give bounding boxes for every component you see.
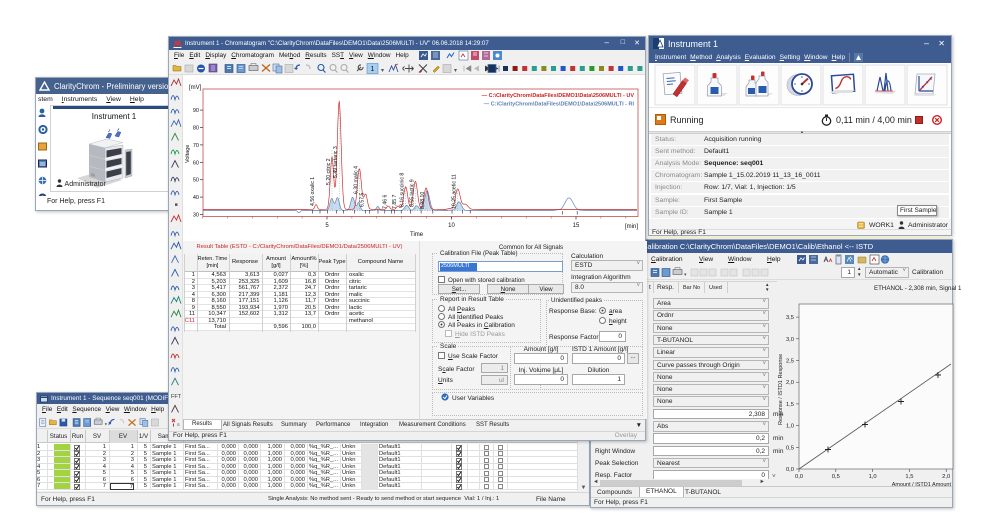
svg-text:7,46 6: 7,46 6 (382, 194, 388, 209)
svg-text:10,25 acetic 11: 10,25 acetic 11 (452, 174, 458, 209)
svg-text:FFT: FFT (171, 394, 182, 400)
svg-text:70: 70 (193, 143, 199, 149)
svg-text:0,5: 0,5 (832, 474, 840, 480)
svg-text:8,16 succinic 8: 8,16 succinic 8 (400, 173, 406, 207)
svg-text:10: 10 (448, 223, 455, 229)
svg-text:40: 40 (193, 195, 199, 201)
svg-text:[min]: [min] (625, 224, 638, 230)
svg-text:Voltage: Voltage (185, 145, 191, 163)
svg-text:— C:\ClarityChrom\DataFiles\DE: — C:\ClarityChrom\DataFiles\DEMO1\Data\2… (484, 102, 635, 108)
svg-text:2,0: 2,0 (942, 474, 950, 480)
svg-text:1,5: 1,5 (905, 474, 913, 480)
svg-text:1,5: 1,5 (786, 402, 794, 408)
svg-text:▾: ▾ (105, 422, 107, 427)
svg-text:1,0: 1,0 (869, 474, 877, 480)
svg-text:6,57 5: 6,57 5 (360, 192, 366, 207)
svg-text:[mV]: [mV] (189, 85, 202, 91)
svg-text:4,56 oxalic 1: 4,56 oxalic 1 (310, 177, 316, 206)
svg-text:8,55 lactic 9: 8,55 lactic 9 (409, 179, 415, 207)
svg-text:3,0: 3,0 (786, 337, 794, 343)
svg-text:2,0: 2,0 (786, 380, 794, 386)
svg-text:— C:\ClarityChrom\DataFiles\DE: — C:\ClarityChrom\DataFiles\DEMO1\Data\2… (482, 93, 635, 99)
svg-text:Time: Time (410, 232, 424, 238)
svg-text:5,20 citric 2: 5,20 citric 2 (326, 158, 332, 185)
svg-text:8,98 10: 8,98 10 (420, 192, 426, 209)
svg-text:▾: ▾ (454, 68, 457, 74)
svg-text:60: 60 (193, 160, 199, 166)
svg-text:▾: ▾ (684, 272, 687, 278)
svg-text:6,30 malic 4: 6,30 malic 4 (353, 166, 359, 194)
svg-text:Response / ISTD1 Response: Response / ISTD1 Response (778, 354, 784, 425)
svg-text:7,85 7: 7,85 7 (392, 194, 398, 209)
svg-text:50: 50 (193, 178, 199, 184)
svg-text:0,0: 0,0 (795, 474, 803, 480)
svg-text:1,0: 1,0 (786, 424, 794, 430)
svg-text:1: 1 (371, 66, 375, 73)
svg-text:80: 80 (193, 126, 199, 132)
svg-text:30: 30 (193, 213, 199, 219)
svg-text:S: S (177, 422, 180, 427)
svg-text:▾: ▾ (381, 68, 384, 74)
svg-text:90: 90 (193, 108, 199, 114)
svg-text:5,49 tartaric 3: 5,49 tartaric 3 (333, 146, 339, 178)
svg-text:3,5: 3,5 (786, 315, 794, 321)
svg-text:0,5: 0,5 (786, 445, 794, 451)
svg-text:5: 5 (325, 223, 329, 229)
svg-text:0,0: 0,0 (786, 467, 794, 473)
svg-text:2,5: 2,5 (786, 359, 794, 365)
svg-text:15: 15 (573, 223, 580, 229)
